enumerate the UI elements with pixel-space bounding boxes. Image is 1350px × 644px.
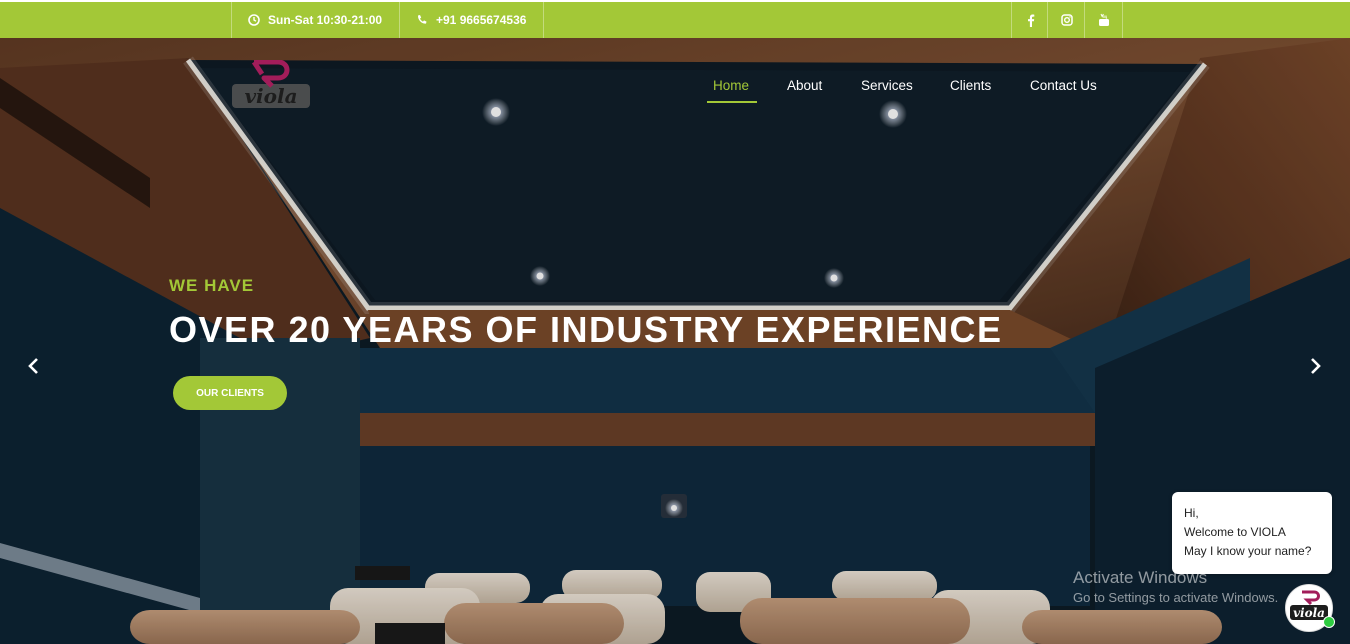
activate-windows-watermark: Activate Windows Go to Settings to activ… bbox=[1073, 568, 1278, 605]
online-status-dot bbox=[1323, 616, 1335, 628]
phone-icon bbox=[417, 15, 427, 24]
watermark-subtitle: Go to Settings to activate Windows. bbox=[1073, 590, 1279, 605]
nav-active-indicator bbox=[707, 101, 757, 103]
slider-prev-button[interactable] bbox=[24, 356, 44, 376]
facebook-link[interactable] bbox=[1011, 2, 1049, 38]
youtube-icon bbox=[1098, 13, 1109, 26]
instagram-icon bbox=[1060, 14, 1073, 26]
nav-contact-us[interactable]: Contact Us bbox=[1030, 78, 1097, 93]
hero-eyebrow: WE HAVE bbox=[169, 276, 255, 295]
phone-number[interactable]: +91 9665674536 bbox=[399, 2, 544, 38]
chat-line-1: Hi, bbox=[1184, 506, 1199, 520]
viola-logo[interactable]: viola bbox=[232, 59, 310, 110]
logo-text: viola bbox=[244, 84, 297, 108]
slider-next-button[interactable] bbox=[1305, 356, 1325, 376]
youtube-link[interactable] bbox=[1084, 2, 1123, 38]
nav-services[interactable]: Services bbox=[861, 78, 913, 93]
clock-icon bbox=[248, 14, 260, 26]
viola-logo-mark: viola bbox=[232, 59, 310, 108]
hero-headline: OVER 20 YEARS OF INDUSTRY EXPERIENCE bbox=[169, 309, 1003, 350]
nav-about[interactable]: About bbox=[787, 78, 822, 93]
our-clients-button[interactable]: OUR CLIENTS bbox=[173, 376, 287, 410]
opening-hours: Sun-Sat 10:30-21:00 bbox=[231, 2, 399, 38]
chevron-left-icon bbox=[28, 358, 38, 374]
nav-home[interactable]: Home bbox=[713, 78, 749, 93]
chat-line-3: May I know your name? bbox=[1184, 544, 1312, 558]
chat-avatar-text: viola bbox=[1293, 606, 1325, 620]
watermark-title: Activate Windows bbox=[1073, 568, 1208, 587]
opening-hours-text: Sun-Sat 10:30-21:00 bbox=[268, 13, 383, 27]
chat-greeting-bubble[interactable]: Hi, Welcome to VIOLA May I know your nam… bbox=[1172, 492, 1332, 574]
facebook-icon bbox=[1027, 14, 1034, 27]
instagram-link[interactable] bbox=[1047, 2, 1085, 38]
chat-line-2: Welcome to VIOLA bbox=[1184, 525, 1286, 539]
nav-clients[interactable]: Clients bbox=[950, 78, 991, 93]
chevron-right-icon bbox=[1311, 358, 1321, 374]
top-bar: Sun-Sat 10:30-21:00 +91 9665674536 bbox=[0, 0, 1350, 38]
phone-number-text: +91 9665674536 bbox=[436, 13, 527, 27]
